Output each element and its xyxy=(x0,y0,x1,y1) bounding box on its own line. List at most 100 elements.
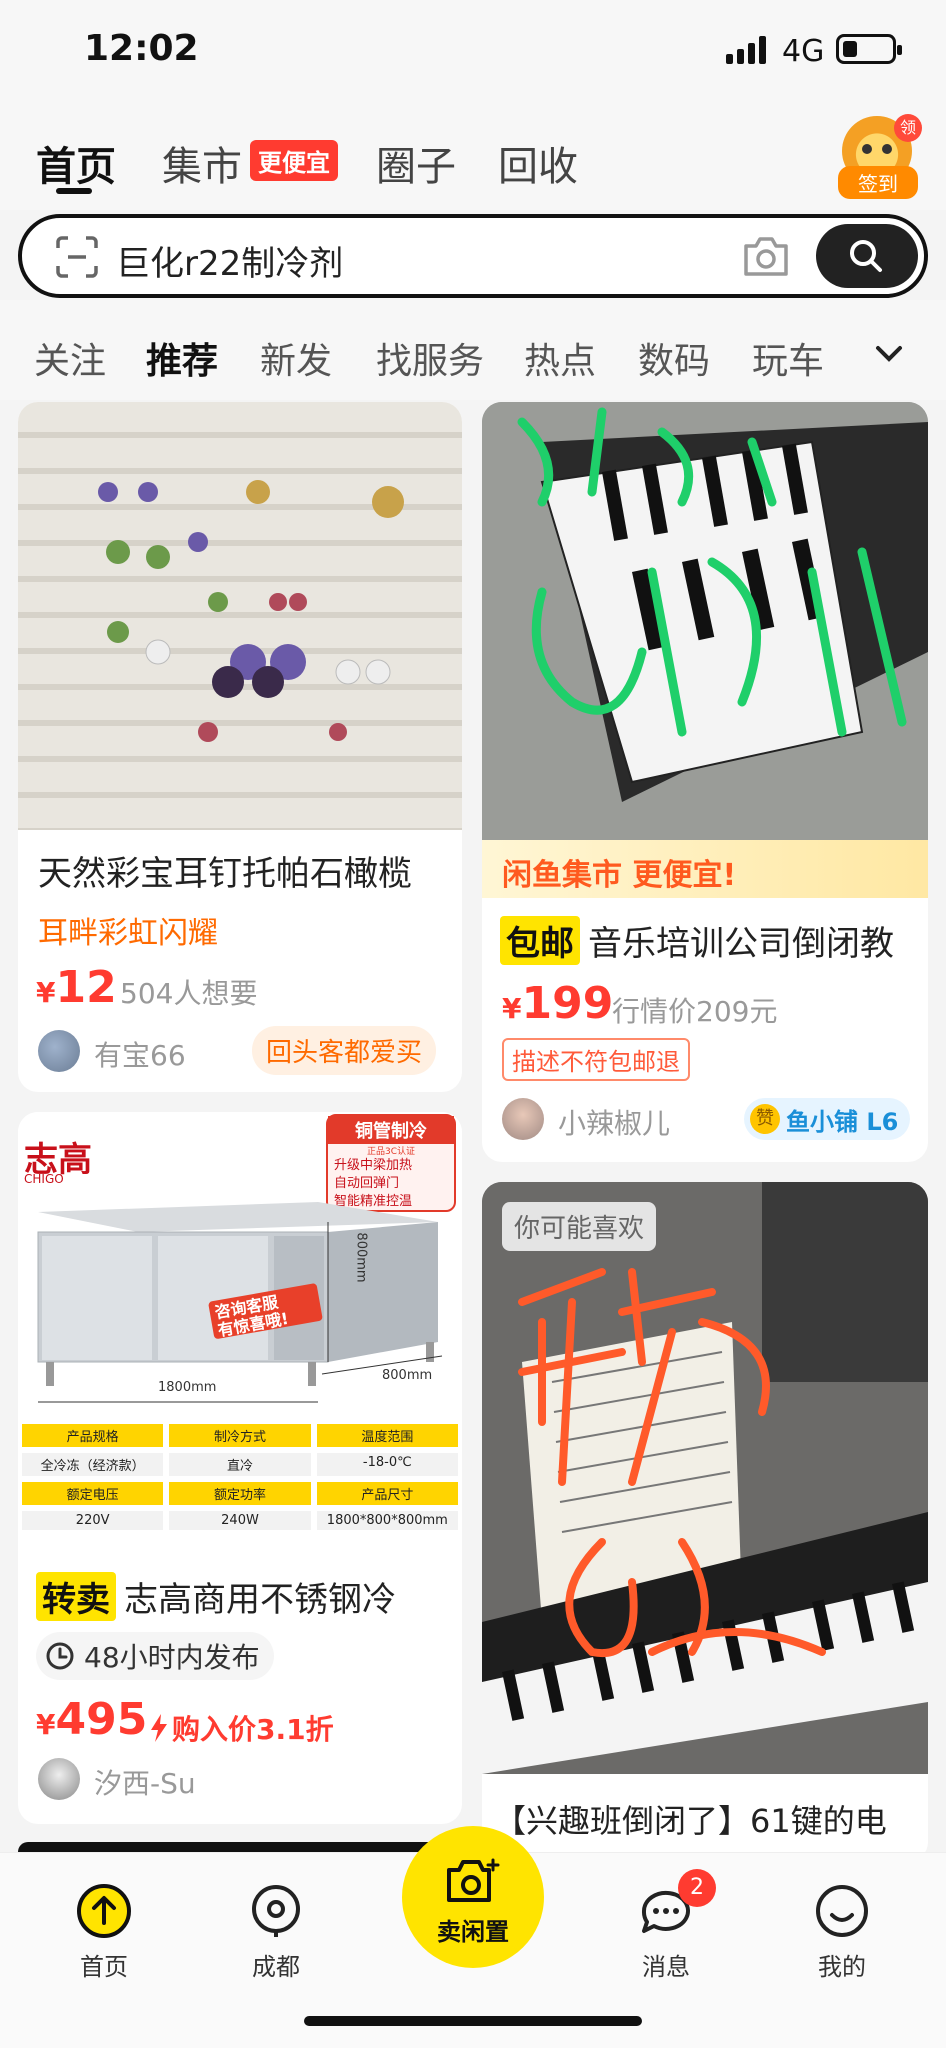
price-value: 12 xyxy=(55,962,117,1013)
sign-in-badge: 领 xyxy=(894,114,922,142)
product-card[interactable]: 天然彩宝耳钉托帕石橄榄 耳畔彩虹闪耀 ¥12 504人想要 有宝66 回头客都爱… xyxy=(18,402,462,1092)
spec-header: 产品规格 xyxy=(22,1424,164,1447)
price-value: 495 xyxy=(55,1694,148,1745)
bottom-tab-city[interactable]: 成都 xyxy=(216,1883,336,1982)
product-title: 包邮 音乐培训公司倒闭教 xyxy=(500,916,894,965)
category-new[interactable]: 新发 xyxy=(260,332,332,384)
spec-table: 产品规格 制冷方式 温度范围 全冷冻（经济款） 直冷 -18-0℃ 额定电压 额… xyxy=(22,1424,458,1530)
recommend-overlay: 你可能喜欢 xyxy=(502,1202,657,1251)
spec-header: 温度范围 xyxy=(316,1424,458,1447)
avatar[interactable] xyxy=(38,1758,80,1800)
dimension-label: 1800mm xyxy=(158,1380,217,1395)
bottom-tab-label: 我的 xyxy=(818,1953,866,1981)
avatar[interactable] xyxy=(502,1098,544,1140)
bottom-tab-label: 消息 xyxy=(642,1953,690,1981)
category-cars[interactable]: 玩车 xyxy=(752,332,824,384)
bottom-tab-label: 成都 xyxy=(252,1953,300,1981)
shop-badge-label: 鱼小铺 L6 xyxy=(786,1107,899,1136)
spec-header: 产品尺寸 xyxy=(316,1482,458,1505)
signal-icon xyxy=(726,36,766,64)
wants-count: 504人想要 xyxy=(120,977,258,1010)
price-symbol: ¥ xyxy=(502,992,522,1025)
product-price: ¥12 xyxy=(36,962,117,1013)
product-title: 转卖 志高商用不锈钢冷 xyxy=(36,1572,396,1621)
bottom-tab-messages[interactable]: 2 消息 xyxy=(606,1869,726,1982)
tab-recycle[interactable]: 回收 xyxy=(498,134,578,192)
bottom-tab-home[interactable]: 首页 xyxy=(44,1883,164,1982)
category-follow[interactable]: 关注 xyxy=(34,332,106,384)
category-tabs: 关注 推荐 新发 找服务 热点 数码 玩车 xyxy=(0,300,946,400)
seller-name[interactable]: 有宝66 xyxy=(94,1034,186,1074)
seller-badge: 回头客都爱买 xyxy=(252,1026,437,1075)
lightning-icon xyxy=(151,1714,167,1742)
dimension-label: 800mm xyxy=(382,1368,433,1383)
spec-value: -18-0℃ xyxy=(316,1453,458,1476)
product-price: ¥199 xyxy=(502,978,613,1029)
search-input[interactable]: 巨化r22制冷剂 xyxy=(116,236,343,285)
spec-header: 额定功率 xyxy=(169,1482,311,1505)
status-bar: 12:02 4G xyxy=(0,0,946,100)
category-hot[interactable]: 热点 xyxy=(524,332,596,384)
camera-icon xyxy=(447,1858,500,1902)
spec-value: 220V xyxy=(22,1511,164,1530)
tab-home[interactable]: 首页 xyxy=(36,134,116,192)
status-time: 12:02 xyxy=(84,28,199,69)
sign-in-button[interactable]: 领 签到 xyxy=(838,114,922,199)
spec-value: 直冷 xyxy=(169,1453,311,1476)
guarantee-tag: 描述不符包邮退 xyxy=(502,1038,690,1081)
price-symbol: ¥ xyxy=(36,1708,56,1741)
product-card[interactable]: 你可能喜欢 【兴趣班倒闭了】61键的电 xyxy=(482,1182,928,1862)
tab-market[interactable]: 集市 xyxy=(162,134,242,192)
location-icon xyxy=(248,1883,304,1939)
home-icon xyxy=(76,1883,132,1939)
seller-name[interactable]: 小辣椒儿 xyxy=(558,1102,670,1142)
top-nav: 首页 集市 更便宜 圈子 回收 xyxy=(0,100,946,210)
product-title: 【兴趣班倒闭了】61键的电 xyxy=(494,1802,887,1840)
category-recommend[interactable]: 推荐 xyxy=(146,332,218,384)
category-digital[interactable]: 数码 xyxy=(638,332,710,384)
battery-icon xyxy=(836,34,902,64)
shop-badge: 赞 鱼小铺 L6 xyxy=(744,1098,911,1140)
camera-icon[interactable] xyxy=(742,234,790,278)
market-price: 行情价209元 xyxy=(612,995,778,1028)
bottom-tab-me[interactable]: 我的 xyxy=(782,1883,902,1982)
product-card[interactable]: 志高 CHIGO 铜管制冷 正品3C认证 升级中梁加热 自动回弹门 智能精准控温 xyxy=(18,1112,462,1824)
market-badge: 更便宜 xyxy=(250,140,338,181)
shop-level-icon: 赞 xyxy=(750,1104,780,1134)
market-banner: 闲鱼集市 更便宜! xyxy=(482,840,928,898)
product-subtitle: 耳畔彩虹闪耀 xyxy=(38,916,218,951)
avatar[interactable] xyxy=(38,1030,80,1072)
product-card[interactable]: 闲鱼集市 更便宜! 包邮 音乐培训公司倒闭教 ¥199 行情价209元 描述不符包… xyxy=(482,402,928,1162)
product-image: 志高 CHIGO 铜管制冷 正品3C认证 升级中梁加热 自动回弹门 智能精准控温 xyxy=(18,1112,462,1552)
message-count-badge: 2 xyxy=(678,1869,716,1907)
network-label: 4G xyxy=(782,34,825,69)
spec-header: 额定电压 xyxy=(22,1482,164,1505)
price-symbol: ¥ xyxy=(36,976,56,1009)
price-value: 199 xyxy=(521,978,614,1029)
product-title: 天然彩宝耳钉托帕石橄榄 xyxy=(38,854,412,894)
search-icon xyxy=(850,240,882,272)
search-bar[interactable]: 巨化r22制冷剂 xyxy=(18,214,928,298)
chevron-down-icon[interactable] xyxy=(874,344,904,364)
product-image xyxy=(482,402,928,842)
message-icon: 2 xyxy=(638,1869,716,1939)
product-image xyxy=(482,1182,928,1774)
sell-label: 卖闲置 xyxy=(437,1918,509,1946)
discount-text: 购入价3.1折 xyxy=(172,1713,334,1746)
dimension-label: 800mm xyxy=(353,1232,369,1283)
product-title-text: 志高商用不锈钢冷 xyxy=(124,1580,396,1620)
spec-value: 240W xyxy=(169,1511,311,1530)
free-shipping-tag: 包邮 xyxy=(500,916,580,965)
clock-icon xyxy=(46,1642,74,1670)
category-services[interactable]: 找服务 xyxy=(376,332,484,384)
spec-header: 制冷方式 xyxy=(169,1424,311,1447)
search-button[interactable] xyxy=(816,224,918,288)
spec-value: 1800*800*800mm xyxy=(316,1511,458,1530)
publish-time: 48小时内发布 xyxy=(36,1632,274,1680)
seller-name[interactable]: 汐西-Su xyxy=(94,1762,196,1802)
product-title-text: 音乐培训公司倒闭教 xyxy=(588,924,894,964)
scan-icon[interactable] xyxy=(56,236,98,278)
sell-button[interactable]: 卖闲置 xyxy=(402,1826,544,1968)
publish-time-label: 48小时内发布 xyxy=(84,1641,260,1674)
tab-circle[interactable]: 圈子 xyxy=(376,134,456,192)
